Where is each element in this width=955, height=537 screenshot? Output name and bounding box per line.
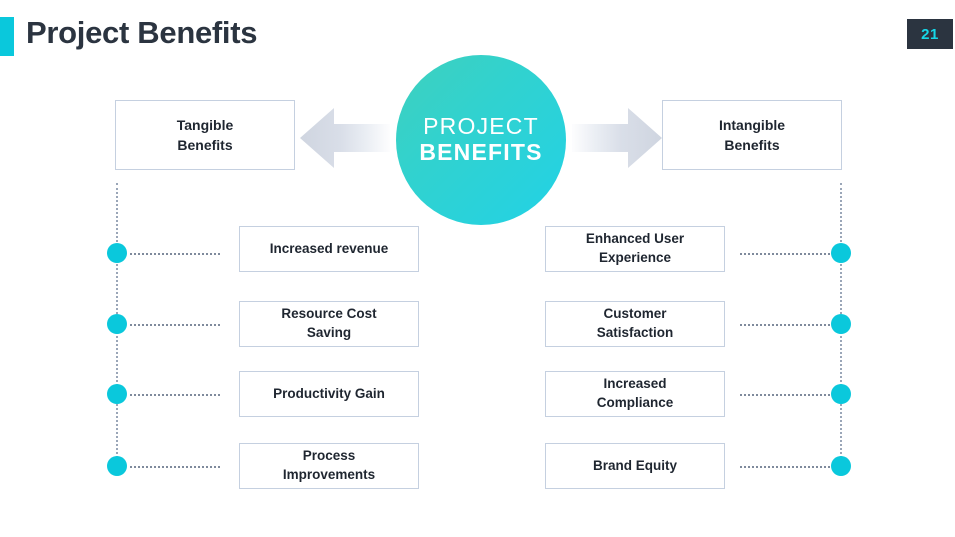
page-title: Project Benefits [26,15,258,50]
node-left-2 [107,314,127,334]
page-number-label: 21 [921,25,939,43]
connector-left-4 [130,466,220,468]
item-box-left-1-line1: Increased revenue [269,240,389,256]
item-box-right-1-line1: Enhanced User [585,231,685,247]
connector-right-4 [740,466,830,468]
branch-heading-intangible: Intangible Benefits [662,100,842,170]
item-box-left-2: Resource Cost Saving [239,301,419,347]
node-right-3 [831,384,851,404]
item-box-right-2: Customer Satisfaction [545,301,725,347]
item-box-left-2-line2: Saving [306,325,352,340]
node-right-1 [831,243,851,263]
node-left-4 [107,456,127,476]
item-box-right-2-line1: Customer [603,306,667,322]
center-circle-line2: BENEFITS [419,139,543,165]
item-box-right-3-line1: Increased [603,376,667,392]
item-box-right-4: Brand Equity [545,443,725,489]
center-circle-project-benefits: PROJECT BENEFITS [396,55,566,225]
connector-right-3 [740,394,830,396]
slide-canvas: Project Benefits 21 PROJECT BENEFITS Tan… [0,0,955,537]
item-box-left-2-line1: Resource Cost [281,306,377,322]
item-box-left-1: Increased revenue [239,226,419,272]
item-box-right-3-line2: Compliance [596,395,674,410]
branch-heading-tangible-line1: Tangible [176,116,234,133]
page-number-badge: 21 [907,19,953,49]
center-circle-line1: PROJECT [423,113,539,140]
node-right-2 [831,314,851,334]
branch-heading-intangible-line2: Benefits [724,137,780,153]
branch-heading-tangible: Tangible Benefits [115,100,295,170]
branch-heading-intangible-line1: Intangible [718,116,786,133]
branch-heading-tangible-line2: Benefits [177,137,233,153]
arrow-right-icon [572,104,662,172]
connector-left-1 [130,253,220,255]
connector-left-3 [130,394,220,396]
node-right-4 [831,456,851,476]
connector-right-2 [740,324,830,326]
item-box-left-3-line1: Productivity Gain [273,385,385,401]
node-left-3 [107,384,127,404]
item-box-right-4-line1: Brand Equity [592,457,677,473]
item-box-left-3: Productivity Gain [239,371,419,417]
connector-left-2 [130,324,220,326]
item-box-right-2-line2: Satisfaction [596,325,674,340]
title-accent-bar [0,17,14,56]
item-box-right-1-line2: Experience [598,250,672,265]
item-box-left-4: Process Improvements [239,443,419,489]
arrow-left-icon [300,104,390,172]
node-left-1 [107,243,127,263]
connector-right-1 [740,253,830,255]
item-box-left-4-line1: Process [302,448,356,464]
item-box-right-3: Increased Compliance [545,371,725,417]
item-box-right-1: Enhanced User Experience [545,226,725,272]
item-box-left-4-line2: Improvements [282,467,376,482]
